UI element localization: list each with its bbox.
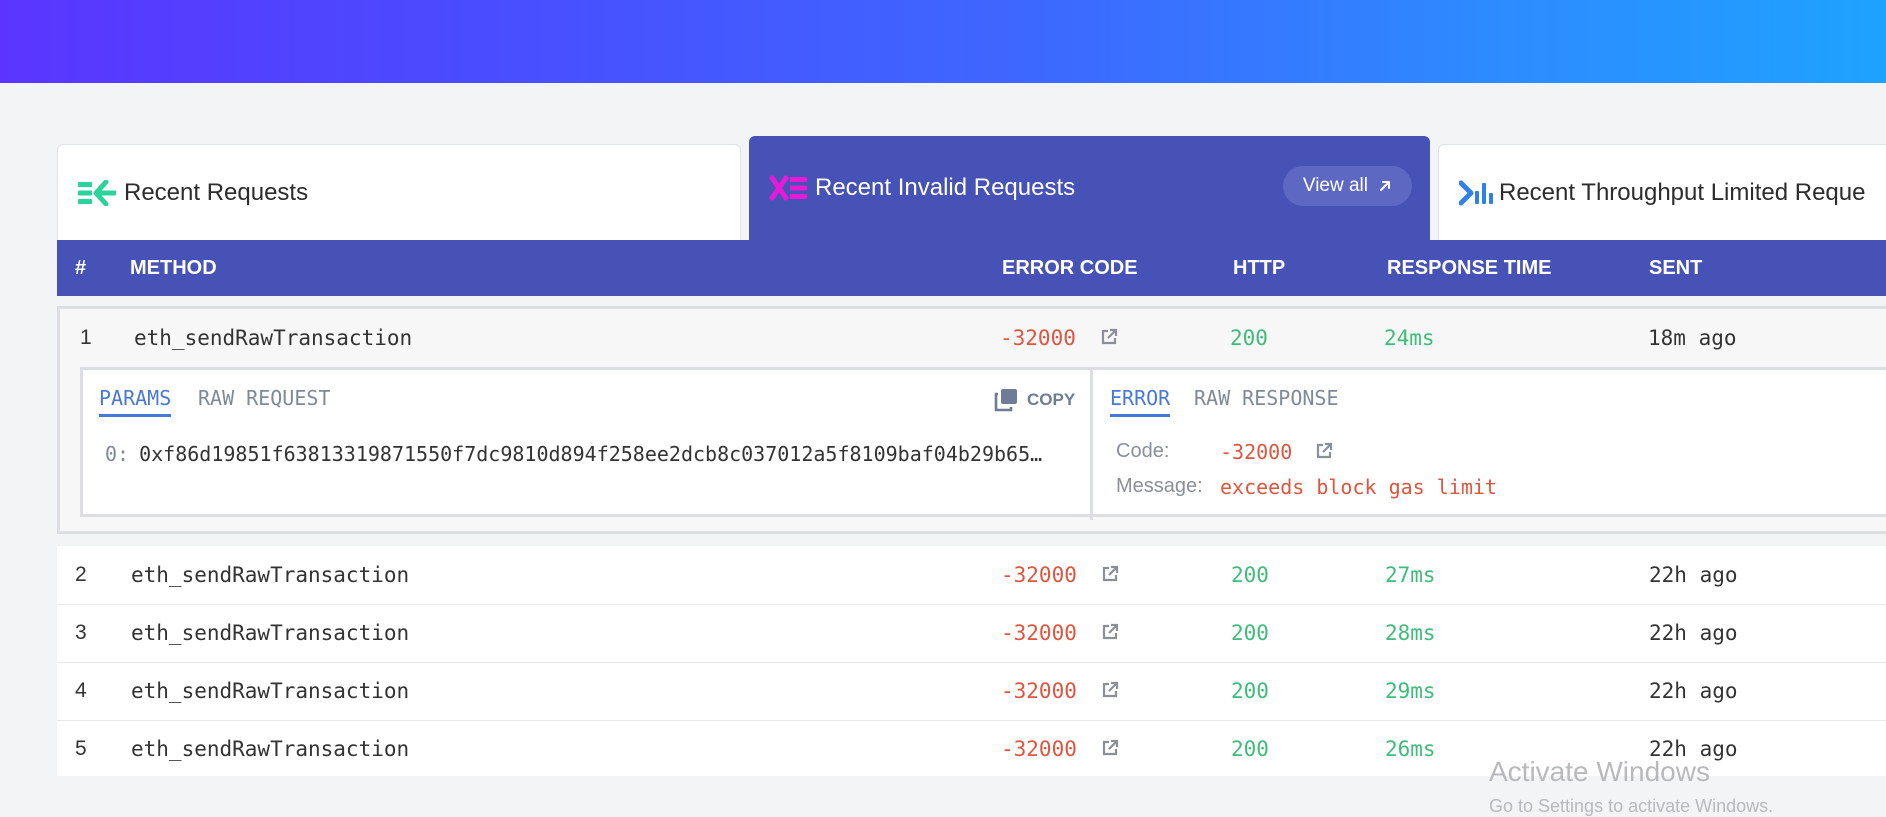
request-detail-panel: PARAMS RAW REQUEST COPY 0: 0xf86d19851f63… [80, 367, 1886, 520]
external-link-icon[interactable] [1100, 738, 1120, 758]
windows-activation-watermark: Activate Windows Go to Settings to activ… [1489, 756, 1773, 817]
row-sent: 22h ago [1649, 679, 1738, 703]
row-response-time: 24ms [1384, 326, 1435, 350]
message-label: Message: [1116, 475, 1203, 497]
table-row-expanded[interactable]: 1 eth_sendRawTransaction -32000 200 24ms… [57, 306, 1886, 534]
param-row: 0: 0xf86d19851f63813319871550f7dc9810d894… [105, 442, 1089, 466]
tab-label: Recent Invalid Requests [815, 174, 1076, 201]
error-code-value: -32000 [1001, 563, 1077, 587]
table-row[interactable]: 4 eth_sendRawTransaction -32000 200 29ms… [57, 662, 1886, 721]
view-all-button[interactable]: View all [1282, 166, 1412, 206]
copy-icon [994, 389, 1017, 412]
tab-recent-requests[interactable]: Recent Requests [57, 144, 741, 240]
row-number: 2 [75, 563, 87, 586]
row-error-code[interactable]: -32000 [1001, 621, 1120, 645]
tab-recent-invalid-requests[interactable]: Recent Invalid Requests View all [749, 136, 1430, 240]
row-http: 200 [1231, 563, 1269, 587]
row-error-code[interactable]: -32000 [1001, 563, 1120, 587]
tab-recent-throughput-limited[interactable]: Recent Throughput Limited Reque [1438, 144, 1886, 240]
panel-divider [1090, 370, 1093, 520]
error-code-value: -32000 [1000, 326, 1076, 350]
table-row[interactable]: 3 eth_sendRawTransaction -32000 200 28ms… [57, 604, 1886, 663]
tab-raw-response[interactable]: RAW RESPONSE [1194, 386, 1339, 410]
code-value-wrap[interactable]: -32000 [1220, 440, 1334, 464]
row-response-time: 26ms [1385, 737, 1436, 761]
header-error-code: ERROR CODE [1002, 257, 1138, 279]
row-number: 1 [80, 326, 92, 349]
code-value: -32000 [1220, 440, 1293, 464]
row-http: 200 [1231, 737, 1269, 761]
table-body: 2 eth_sendRawTransaction -32000 200 27ms… [57, 546, 1886, 776]
top-banner [0, 0, 1886, 83]
row-number: 5 [75, 737, 87, 760]
message-value: exceeds block gas limit [1220, 475, 1497, 499]
error-code-value: -32000 [1001, 679, 1077, 703]
incoming-arrows-icon [78, 179, 116, 206]
table-header: # METHOD ERROR CODE HTTP RESPONSE TIME S… [57, 240, 1886, 296]
tab-error[interactable]: ERROR [1110, 386, 1171, 417]
invalid-x-icon [769, 175, 807, 201]
row-response-time: 28ms [1385, 621, 1436, 645]
row-number: 3 [75, 621, 87, 644]
row-method: eth_sendRawTransaction [131, 563, 410, 587]
table-row[interactable]: 2 eth_sendRawTransaction -32000 200 27ms… [57, 546, 1886, 605]
row-http: 200 [1231, 621, 1269, 645]
header-num: # [75, 257, 87, 279]
arrow-up-right-icon [1380, 181, 1390, 191]
param-index: 0: [105, 442, 130, 466]
row-response-time: 27ms [1385, 563, 1436, 587]
row-number: 4 [75, 679, 87, 702]
external-link-icon[interactable] [1100, 622, 1120, 642]
error-code-value: -32000 [1001, 737, 1077, 761]
row-error-code[interactable]: -32000 [1001, 679, 1120, 703]
header-http: HTTP [1233, 257, 1286, 279]
row-sent: 22h ago [1649, 621, 1738, 645]
error-code-value: -32000 [1001, 621, 1077, 645]
header-sent: SENT [1649, 257, 1703, 279]
row-method: eth_sendRawTransaction [131, 621, 410, 645]
code-label: Code: [1116, 440, 1170, 462]
tab-raw-request[interactable]: RAW REQUEST [198, 386, 330, 410]
copy-button[interactable]: COPY [993, 388, 1075, 412]
row-method: eth_sendRawTransaction [131, 737, 410, 761]
row-http: 200 [1230, 326, 1268, 350]
external-link-icon[interactable] [1314, 441, 1334, 461]
throughput-bars-icon [1459, 180, 1493, 205]
row-error-code[interactable]: -32000 [1001, 737, 1120, 761]
row-error-code[interactable]: -32000 [1000, 326, 1119, 350]
copy-label: COPY [1027, 390, 1076, 409]
row-sent: 22h ago [1649, 563, 1738, 587]
external-link-icon[interactable] [1099, 327, 1119, 347]
view-all-label: View all [1302, 175, 1368, 196]
external-link-icon[interactable] [1100, 680, 1120, 700]
tab-label: Recent Requests [124, 178, 309, 206]
row-sent: 18m ago [1648, 326, 1737, 350]
param-value: 0xf86d19851f63813319871550f7dc9810d894f2… [139, 442, 1043, 466]
external-link-icon[interactable] [1100, 564, 1120, 584]
header-response-time: RESPONSE TIME [1387, 257, 1552, 279]
row-method: eth_sendRawTransaction [134, 326, 413, 350]
tab-params[interactable]: PARAMS [99, 386, 172, 417]
tab-label: Recent Throughput Limited Reque [1499, 178, 1866, 206]
row-http: 200 [1231, 679, 1269, 703]
watermark-title: Activate Windows [1489, 756, 1710, 787]
header-method: METHOD [130, 257, 217, 279]
row-method: eth_sendRawTransaction [131, 679, 410, 703]
row-response-time: 29ms [1385, 679, 1436, 703]
